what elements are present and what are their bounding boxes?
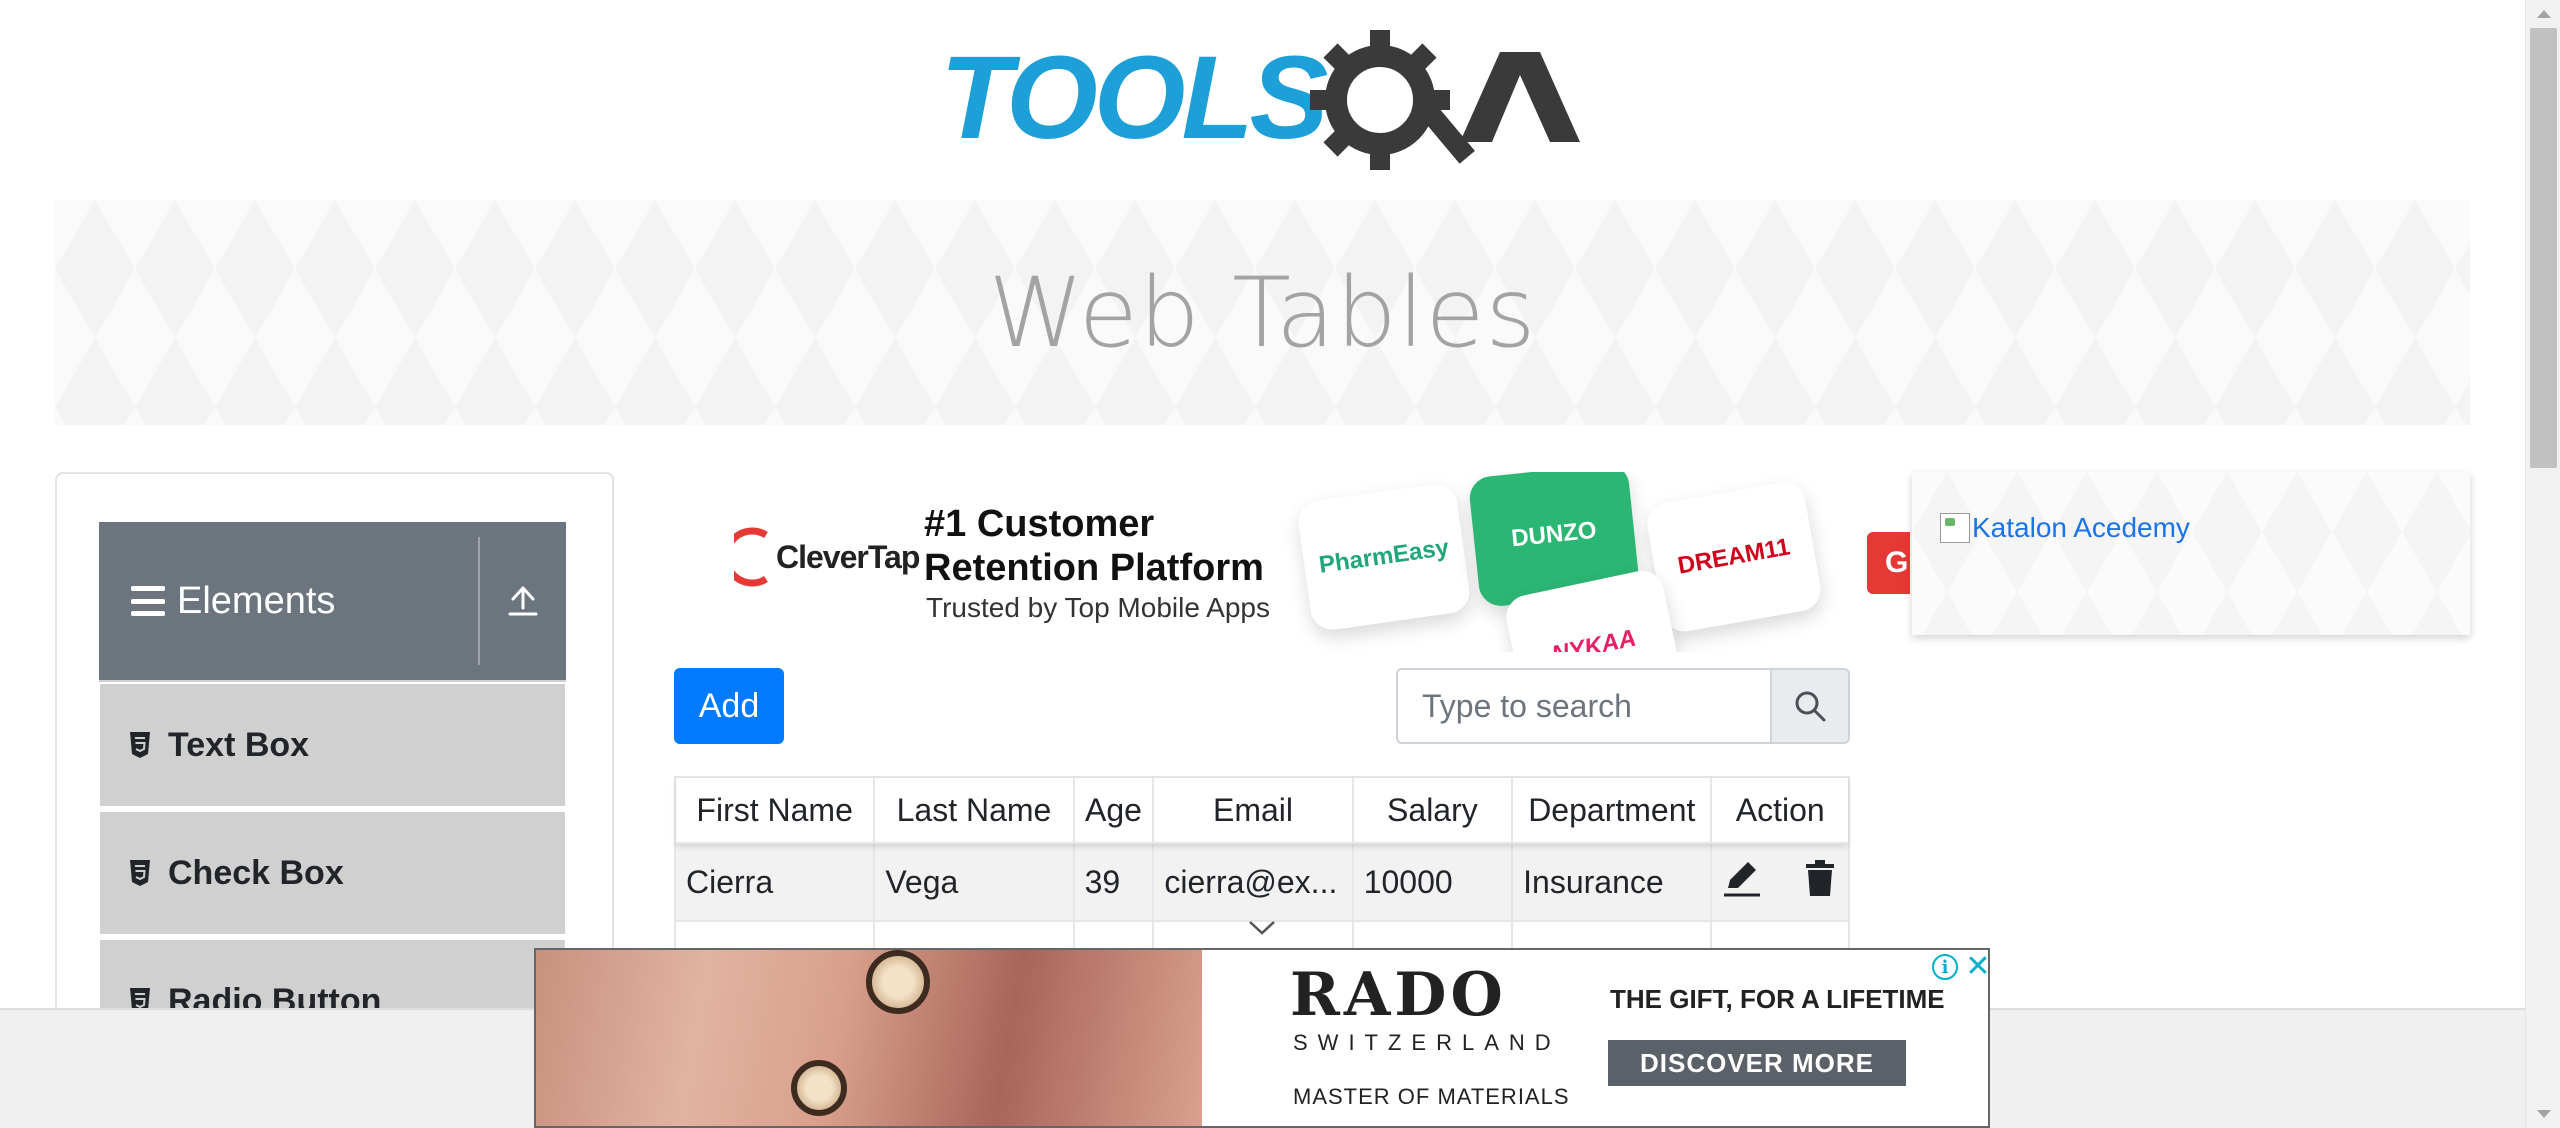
broken-image[interactable]: Katalon Acedemy — [1940, 512, 2190, 544]
cell-email: cierra@ex... — [1154, 844, 1354, 920]
cell-action — [1712, 844, 1848, 920]
column-header[interactable]: First Name — [676, 778, 876, 842]
search-box — [1396, 668, 1850, 744]
cell-first-name: Cierra — [676, 844, 876, 920]
hamburger-icon — [131, 586, 165, 616]
html5-icon — [128, 858, 152, 888]
cell-salary: 10000 — [1354, 844, 1514, 920]
clevertap-ad[interactable]: CleverTap #1 Customer Retention Platform… — [674, 472, 1910, 652]
pencil-icon[interactable] — [1722, 858, 1762, 906]
cell-email-text: cierra@ex... — [1164, 864, 1338, 900]
column-header[interactable]: Salary — [1354, 778, 1514, 842]
svg-text:TOOLS: TOOLS — [940, 32, 1328, 164]
scroll-down-arrow[interactable] — [2537, 1110, 2551, 1118]
group-label: Elements — [177, 579, 336, 622]
table-row: Cierra Vega 39 cierra@ex... 10000 Insura… — [676, 844, 1848, 922]
column-header[interactable]: Department — [1513, 778, 1713, 842]
sidebar-item-label: Text Box — [168, 725, 310, 764]
app-tile: PharmEasy — [1295, 481, 1473, 633]
close-icon[interactable]: ✕ — [1964, 950, 1988, 983]
watch-image — [866, 950, 930, 1014]
search-icon — [1795, 691, 1826, 722]
ad-headline: #1 Customer Retention Platform — [924, 503, 1264, 589]
rado-headline: THE GIFT, FOR A LIFETIME — [1610, 984, 1945, 1014]
ad-photo — [536, 950, 1202, 1126]
rado-ad[interactable]: RADO SWITZERLAND MASTER OF MATERIALS THE… — [534, 948, 1990, 1128]
clevertap-logo: CleverTap — [734, 527, 920, 587]
rado-tagline: MASTER OF MATERIALS — [1293, 1084, 1570, 1109]
column-header[interactable]: Action — [1712, 778, 1848, 842]
column-header[interactable]: Email — [1154, 778, 1354, 842]
katalon-ad[interactable]: Katalon Acedemy — [1912, 472, 2470, 635]
upload-icon[interactable] — [480, 522, 566, 680]
ad-subtext: Trusted by Top Mobile Apps — [926, 592, 1270, 623]
scroll-thumb[interactable] — [2530, 28, 2557, 468]
page-title: Web Tables — [988, 256, 1537, 369]
ad-cta-button[interactable]: G — [1867, 532, 1910, 594]
search-button[interactable] — [1770, 668, 1850, 744]
page-banner: Web Tables — [55, 200, 2470, 425]
rado-logo: RADO — [1290, 960, 1507, 1030]
search-input[interactable] — [1396, 668, 1770, 744]
column-header[interactable]: Last Name — [875, 778, 1075, 842]
rado-country: SWITZERLAND — [1293, 1030, 1561, 1055]
image-icon — [1940, 513, 1970, 543]
sidebar-group-elements[interactable]: Elements — [99, 522, 566, 682]
table-header: First Name Last Name Age Email Salary De… — [676, 778, 1848, 844]
toolsqa-logo[interactable]: TOOLS — [940, 30, 1590, 180]
sidebar-item-label: Check Box — [168, 853, 344, 892]
watch-image — [791, 1060, 847, 1116]
scroll-up-arrow[interactable] — [2537, 10, 2551, 18]
app-tile: DREAM11 — [1643, 479, 1825, 635]
cell-age: 39 — [1075, 844, 1155, 920]
chevron-down-icon[interactable] — [1248, 920, 1276, 941]
image-alt-text: Katalon Acedemy — [1972, 512, 2190, 543]
info-icon[interactable]: i — [1932, 954, 1958, 980]
discover-more-button[interactable]: DISCOVER MORE — [1608, 1040, 1906, 1086]
cell-last-name: Vega — [875, 844, 1075, 920]
group-title[interactable]: Elements — [99, 580, 478, 623]
html5-icon — [128, 730, 152, 760]
scrollbar[interactable] — [2525, 0, 2560, 1128]
sidebar-item-text-box[interactable]: Text Box — [100, 684, 565, 808]
add-button[interactable]: Add — [674, 668, 784, 744]
cell-department: Insurance — [1513, 844, 1713, 920]
ad-brand: CleverTap — [776, 538, 920, 575]
trash-icon[interactable] — [1802, 858, 1838, 906]
sidebar-item-check-box[interactable]: Check Box — [100, 812, 565, 936]
column-header[interactable]: Age — [1075, 778, 1155, 842]
